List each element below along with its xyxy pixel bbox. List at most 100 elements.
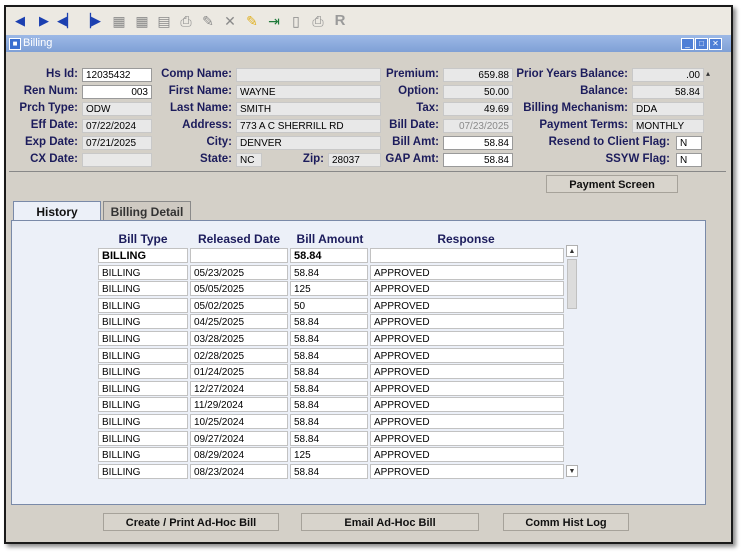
comm-hist-log-button[interactable]: Comm Hist Log bbox=[503, 513, 629, 531]
cell-response[interactable]: APPROVED bbox=[370, 348, 564, 363]
payment-terms-field[interactable]: MONTHLY bbox=[632, 119, 704, 133]
cell-bill-amount[interactable]: 125 bbox=[290, 447, 368, 462]
printer-icon[interactable]: ⎙ bbox=[310, 13, 326, 29]
cell-bill-amount[interactable]: 58.84 bbox=[290, 331, 368, 346]
scroll-up-icon[interactable]: ▲ bbox=[566, 245, 578, 257]
payment-screen-button[interactable]: Payment Screen bbox=[546, 175, 678, 193]
comp-name-field[interactable] bbox=[236, 68, 381, 82]
cell-bill-amount[interactable]: 125 bbox=[290, 281, 368, 296]
print-icon[interactable]: ⎙ bbox=[178, 13, 194, 29]
cell-bill-type[interactable]: BILLING bbox=[98, 348, 188, 363]
cell-response[interactable]: APPROVED bbox=[370, 265, 564, 280]
cell-response[interactable]: APPROVED bbox=[370, 381, 564, 396]
cell-bill-type[interactable]: BILLING bbox=[98, 431, 188, 446]
first-name-field[interactable]: WAYNE bbox=[236, 85, 381, 99]
card-icon[interactable]: ▤ bbox=[156, 13, 172, 29]
cell-response[interactable] bbox=[370, 248, 564, 263]
cell-released-date[interactable]: 01/24/2025 bbox=[190, 364, 288, 379]
city-field[interactable]: DENVER bbox=[236, 136, 381, 150]
cell-bill-type[interactable]: BILLING bbox=[98, 265, 188, 280]
nav-first-icon[interactable]: ◀ bbox=[14, 13, 26, 29]
cell-bill-type[interactable]: BILLING bbox=[98, 447, 188, 462]
tab-billing-detail[interactable]: Billing Detail bbox=[103, 201, 191, 221]
r-icon[interactable]: R bbox=[332, 13, 348, 29]
nav-next-icon[interactable]: ◀▏ bbox=[57, 13, 77, 29]
exp-date-field[interactable]: 07/21/2025 bbox=[82, 136, 152, 150]
cell-released-date[interactable]: 03/28/2025 bbox=[190, 331, 288, 346]
cell-response[interactable]: APPROVED bbox=[370, 364, 564, 379]
address-field[interactable]: 773 A C SHERRILL RD bbox=[236, 119, 381, 133]
billing-mechanism-field[interactable]: DDA bbox=[632, 102, 704, 116]
cell-bill-type[interactable]: BILLING bbox=[98, 298, 188, 313]
cell-released-date[interactable] bbox=[190, 248, 288, 263]
cell-bill-amount[interactable]: 58.84 bbox=[290, 348, 368, 363]
history-scrollbar[interactable]: ▲ ▼ bbox=[566, 245, 578, 477]
cell-bill-amount[interactable]: 58.84 bbox=[290, 431, 368, 446]
cell-released-date[interactable]: 08/23/2024 bbox=[190, 464, 288, 479]
cell-bill-amount[interactable]: 58.84 bbox=[290, 414, 368, 429]
ren-num-field[interactable]: 003 bbox=[82, 85, 152, 99]
bill-amt-field[interactable]: 58.84 bbox=[443, 136, 513, 150]
new-document-icon[interactable]: ▯ bbox=[288, 13, 304, 29]
eff-date-field[interactable]: 07/22/2024 bbox=[82, 119, 152, 133]
create-print-ad-hoc-bill-button[interactable]: Create / Print Ad-Hoc Bill bbox=[103, 513, 279, 531]
cell-bill-amount[interactable]: 58.84 bbox=[290, 314, 368, 329]
cell-bill-amount[interactable]: 58.84 bbox=[290, 248, 368, 263]
cell-response[interactable]: APPROVED bbox=[370, 331, 564, 346]
cell-bill-type[interactable]: BILLING bbox=[98, 414, 188, 429]
scroll-thumb[interactable] bbox=[567, 259, 577, 309]
cell-bill-type[interactable]: BILLING bbox=[98, 281, 188, 296]
bill-date-field[interactable]: 07/23/2025 bbox=[443, 119, 513, 133]
minimize-icon[interactable]: _ bbox=[681, 38, 694, 50]
cell-bill-amount[interactable]: 58.84 bbox=[290, 364, 368, 379]
premium-field[interactable]: 659.88 bbox=[443, 68, 513, 82]
email-ad-hoc-bill-button[interactable]: Email Ad-Hoc Bill bbox=[301, 513, 479, 531]
cell-response[interactable]: APPROVED bbox=[370, 281, 564, 296]
cell-released-date[interactable]: 11/29/2024 bbox=[190, 397, 288, 412]
prior-years-balance-field[interactable]: .00 bbox=[632, 68, 704, 82]
ssyw-flag-field[interactable]: N bbox=[676, 153, 702, 167]
cell-bill-amount[interactable]: 58.84 bbox=[290, 265, 368, 280]
notes-icon[interactable]: ✎ bbox=[244, 13, 260, 29]
cell-released-date[interactable]: 02/28/2025 bbox=[190, 348, 288, 363]
resend-flag-field[interactable]: N bbox=[676, 136, 702, 150]
calc2-icon[interactable]: ▦ bbox=[134, 13, 150, 29]
cell-response[interactable]: APPROVED bbox=[370, 464, 564, 479]
cell-bill-amount[interactable]: 58.84 bbox=[290, 397, 368, 412]
cell-released-date[interactable]: 05/05/2025 bbox=[190, 281, 288, 296]
tab-history[interactable]: History bbox=[13, 201, 101, 221]
nav-last-icon[interactable]: ▕▶ bbox=[81, 13, 101, 29]
cell-response[interactable]: APPROVED bbox=[370, 298, 564, 313]
cell-bill-amount[interactable]: 58.84 bbox=[290, 381, 368, 396]
cell-bill-type[interactable]: BILLING bbox=[98, 381, 188, 396]
cell-bill-type[interactable]: BILLING bbox=[98, 248, 188, 263]
close-icon[interactable]: ✕ bbox=[709, 38, 722, 50]
tax-field[interactable]: 49.69 bbox=[443, 102, 513, 116]
cell-response[interactable]: APPROVED bbox=[370, 414, 564, 429]
cell-bill-type[interactable]: BILLING bbox=[98, 314, 188, 329]
balance-field[interactable]: 58.84 bbox=[632, 85, 704, 99]
cell-released-date[interactable]: 09/27/2024 bbox=[190, 431, 288, 446]
exit-icon[interactable]: ⇥ bbox=[266, 13, 282, 29]
cell-response[interactable]: APPROVED bbox=[370, 447, 564, 462]
cell-released-date[interactable]: 12/27/2024 bbox=[190, 381, 288, 396]
cell-bill-type[interactable]: BILLING bbox=[98, 331, 188, 346]
cell-bill-amount[interactable]: 58.84 bbox=[290, 464, 368, 479]
cx-date-field[interactable] bbox=[82, 153, 152, 167]
last-name-field[interactable]: SMITH bbox=[236, 102, 381, 116]
hs-id-field[interactable]: 12035432 bbox=[82, 68, 152, 82]
cell-response[interactable]: APPROVED bbox=[370, 397, 564, 412]
nav-prev-icon[interactable]: ▶ bbox=[38, 13, 50, 29]
cell-released-date[interactable]: 05/02/2025 bbox=[190, 298, 288, 313]
cell-bill-type[interactable]: BILLING bbox=[98, 397, 188, 412]
scroll-down-icon[interactable]: ▼ bbox=[566, 465, 578, 477]
state-field[interactable]: NC bbox=[236, 153, 262, 167]
option-field[interactable]: 50.00 bbox=[443, 85, 513, 99]
prch-type-field[interactable]: ODW bbox=[82, 102, 152, 116]
cell-bill-type[interactable]: BILLING bbox=[98, 464, 188, 479]
pencil-icon[interactable]: ✎ bbox=[200, 13, 216, 29]
cell-released-date[interactable]: 04/25/2025 bbox=[190, 314, 288, 329]
cell-bill-type[interactable]: BILLING bbox=[98, 364, 188, 379]
cell-response[interactable]: APPROVED bbox=[370, 314, 564, 329]
gap-amt-field[interactable]: 58.84 bbox=[443, 153, 513, 167]
